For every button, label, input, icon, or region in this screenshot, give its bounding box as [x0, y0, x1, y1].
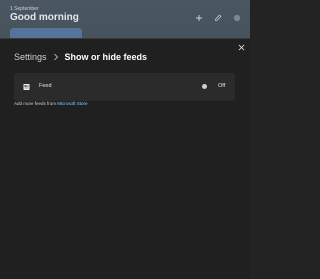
microsoft-store-link[interactable]: Microsoft Store	[57, 101, 87, 106]
edit-icon[interactable]	[213, 14, 223, 22]
profile-icon[interactable]	[232, 14, 242, 22]
board-toolbar	[194, 14, 242, 22]
feed-label: Feed	[39, 83, 52, 89]
widgets-window: 1 September Good morning Settings Show o…	[0, 0, 250, 279]
page-title: Show or hide feeds	[64, 52, 148, 62]
close-icon	[238, 44, 244, 50]
feed-toggle-state: Off	[218, 83, 226, 89]
chevron-right-icon	[53, 53, 59, 61]
feed-toggle[interactable]	[202, 84, 207, 89]
breadcrumb-settings[interactable]: Settings	[14, 52, 47, 62]
feeds-settings-dialog: Settings Show or hide feeds Feed Off Add…	[0, 38, 250, 279]
breadcrumb: Settings Show or hide feeds	[14, 52, 147, 62]
store-hint-text: Add more feeds from	[14, 101, 58, 106]
store-hint: Add more feeds from Microsoft Store	[14, 101, 88, 106]
greeting-heading: Good morning	[10, 12, 79, 23]
close-button[interactable]	[236, 42, 246, 52]
feed-row: Feed Off	[14, 73, 235, 101]
newspaper-icon	[23, 83, 31, 91]
add-widget-icon[interactable]	[194, 14, 204, 22]
